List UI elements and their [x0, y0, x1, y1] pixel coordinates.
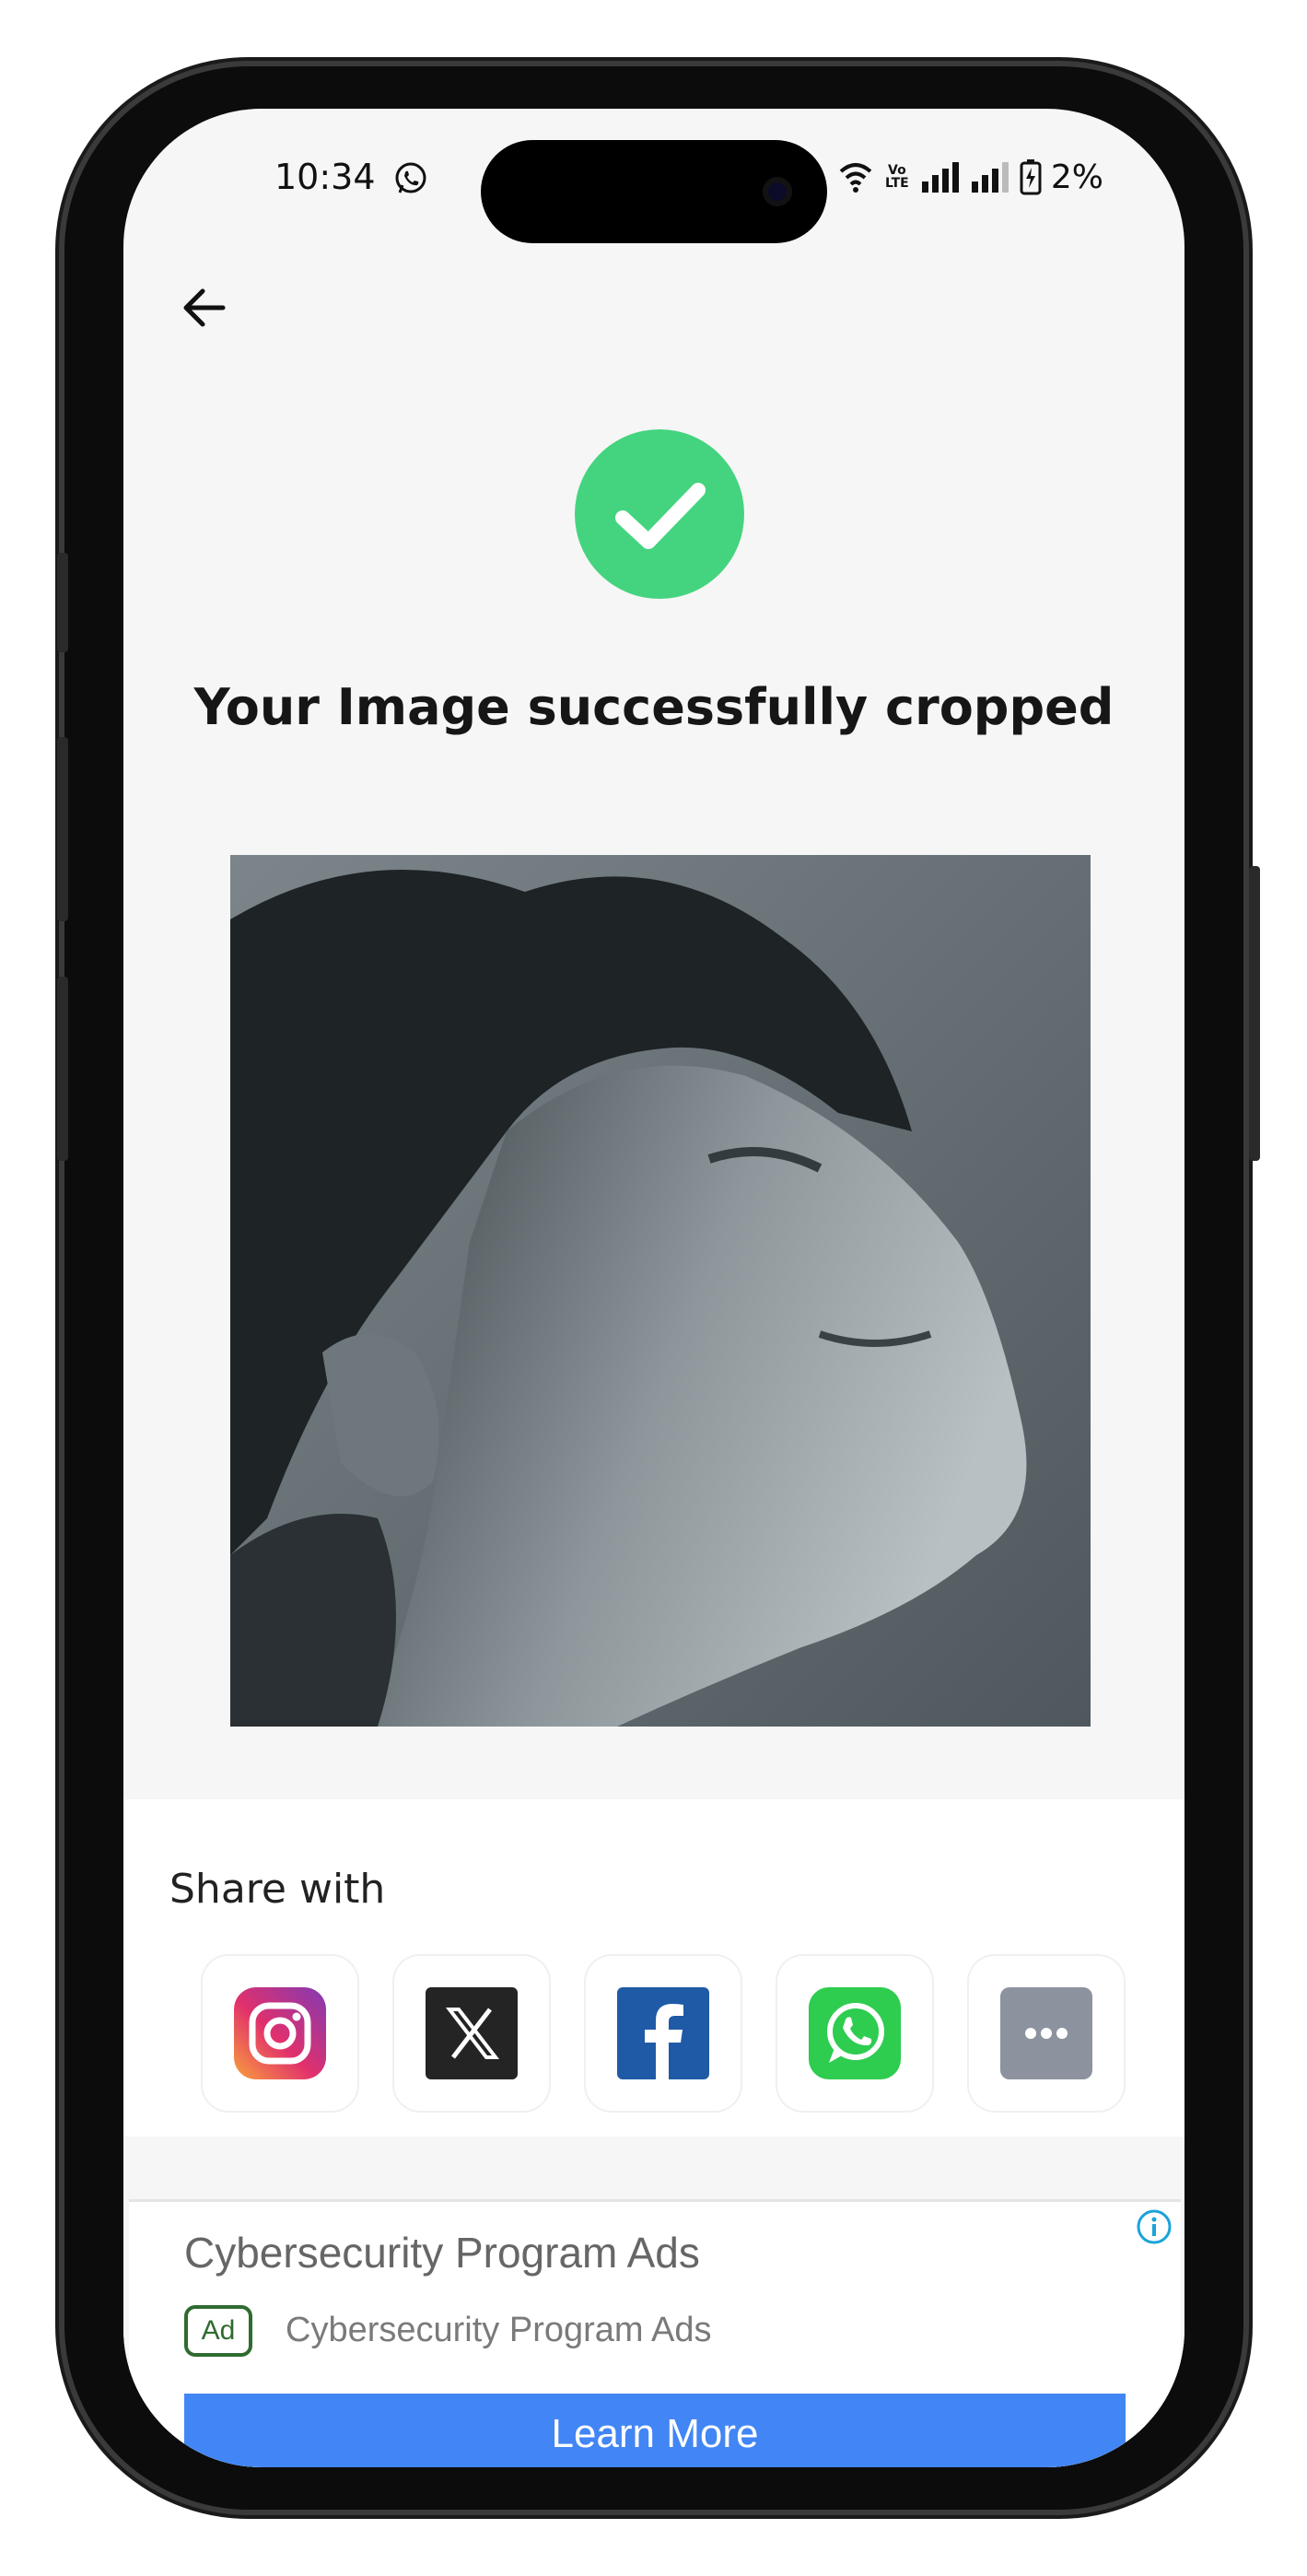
whatsapp-notification-icon [395, 162, 426, 193]
status-bar: 10:34 Vo LTE 2% [123, 109, 1184, 256]
share-instagram-button[interactable] [203, 1956, 357, 2111]
x-icon [426, 1987, 518, 2079]
battery-percent: 2% [1050, 158, 1103, 196]
signal-icon-1 [921, 162, 959, 193]
back-arrow-icon[interactable] [177, 280, 232, 335]
ad-headline[interactable]: Cybersecurity Program Ads [184, 2228, 700, 2277]
battery-charging-icon [1020, 159, 1042, 195]
instagram-icon [234, 1987, 326, 2079]
cropped-image [230, 855, 1091, 1727]
power-button [1249, 866, 1260, 1161]
facebook-icon [617, 1987, 709, 2079]
ad-banner[interactable]: Cybersecurity Program Ads Ad Cybersecuri… [129, 2199, 1181, 2467]
volume-down-button [57, 977, 68, 1161]
volume-up-button [57, 737, 68, 921]
status-time: 10:34 [274, 157, 376, 197]
checkmark-icon [615, 483, 706, 549]
success-title: Your Image successfully cropped [193, 678, 1114, 736]
portrait-photo [230, 855, 1091, 1727]
front-camera [763, 177, 792, 206]
network-label: Vo LTE [885, 163, 909, 191]
info-icon[interactable] [1135, 2207, 1173, 2246]
share-panel: Share with [123, 1799, 1184, 2137]
ad-advertiser[interactable]: Cybersecurity Program Ads [286, 2311, 712, 2350]
success-badge [575, 429, 744, 599]
action-button [57, 553, 68, 652]
status-indicators: Vo LTE 2% [837, 157, 1103, 197]
share-more-button[interactable] [969, 1956, 1124, 2111]
more-icon [1000, 1987, 1092, 2079]
whatsapp-icon [809, 1987, 901, 2079]
ad-area: Cybersecurity Program Ads Ad Cybersecuri… [123, 2188, 1184, 2467]
share-whatsapp-button[interactable] [777, 1956, 932, 2111]
share-facebook-button[interactable] [586, 1956, 741, 2111]
app-screen: 10:34 Vo LTE 2% Your Image successfully … [123, 109, 1184, 2467]
learn-more-button[interactable]: Learn More [184, 2394, 1126, 2467]
share-x-button[interactable] [394, 1956, 549, 2111]
signal-icon-2 [971, 162, 1009, 193]
share-title: Share with [169, 1866, 386, 1913]
wifi-icon [839, 163, 872, 193]
ad-label-badge: Ad [184, 2305, 252, 2357]
